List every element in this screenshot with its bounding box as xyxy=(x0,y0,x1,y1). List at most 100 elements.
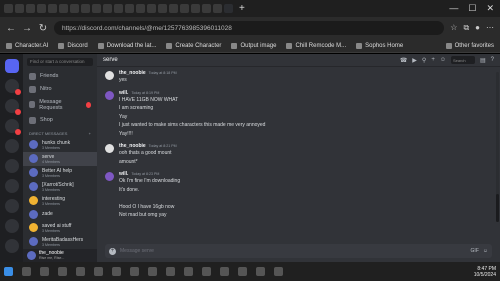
server-icon[interactable] xyxy=(4,179,19,193)
create-dm-button[interactable]: + xyxy=(89,131,91,136)
nav-shop[interactable]: Shop xyxy=(23,114,97,127)
attach-button[interactable]: + xyxy=(109,247,116,255)
author-name[interactable]: will. xyxy=(119,90,128,96)
app-icon[interactable] xyxy=(238,267,247,276)
bookmark-item[interactable]: Character.AI xyxy=(6,42,48,49)
extensions-icon[interactable]: ⧉ xyxy=(463,23,469,33)
browser-tab[interactable] xyxy=(103,4,112,13)
browser-tab[interactable] xyxy=(114,4,123,13)
browser-tab[interactable] xyxy=(4,4,13,13)
members-icon[interactable]: ☺ xyxy=(440,57,446,63)
server-icon[interactable] xyxy=(4,99,21,115)
app-icon[interactable] xyxy=(112,267,121,276)
avatar[interactable] xyxy=(105,144,114,153)
dm-item[interactable]: Better AI help 3 Members xyxy=(23,166,97,180)
app-icon[interactable] xyxy=(148,267,157,276)
server-icon[interactable] xyxy=(4,139,19,153)
app-icon[interactable] xyxy=(166,267,175,276)
star-icon[interactable]: ☆ xyxy=(450,23,457,33)
channel-search-input[interactable]: Search xyxy=(450,56,475,64)
nav-nitro[interactable]: Nitro xyxy=(23,83,97,96)
back-icon[interactable]: ← xyxy=(6,23,16,34)
start-icon[interactable] xyxy=(4,267,13,276)
browser-tab[interactable] xyxy=(59,4,68,13)
bookmark-item[interactable]: Output image xyxy=(231,42,276,49)
inbox-icon[interactable]: ▤ xyxy=(480,57,486,64)
dm-item[interactable]: [Xarrot/Schrik] 3 Members xyxy=(23,180,97,194)
dm-item[interactable]: zade xyxy=(23,208,97,221)
app-icon[interactable] xyxy=(274,267,283,276)
browser-tab[interactable] xyxy=(125,4,134,13)
bookmark-item[interactable]: Download the lat... xyxy=(97,42,156,49)
browser-tab[interactable] xyxy=(70,4,79,13)
server-icon[interactable] xyxy=(4,239,19,253)
app-icon[interactable] xyxy=(130,267,139,276)
avatar[interactable] xyxy=(105,172,114,181)
app-icon[interactable] xyxy=(184,267,193,276)
app-icon[interactable] xyxy=(220,267,229,276)
nav-message-requests[interactable]: Message Requests xyxy=(23,96,97,114)
avatar[interactable] xyxy=(105,71,114,80)
browser-tab[interactable] xyxy=(136,4,145,13)
bookmark-item[interactable]: Create Character xyxy=(166,42,221,49)
video-icon[interactable]: ▶ xyxy=(412,57,417,64)
bookmark-item[interactable]: Chill Remcode M... xyxy=(286,42,346,49)
server-icon[interactable] xyxy=(4,119,21,135)
minimize-button[interactable]: — xyxy=(449,3,458,14)
edge-icon[interactable] xyxy=(58,267,67,276)
message-input[interactable]: Message serve xyxy=(120,248,467,254)
browser-tab[interactable] xyxy=(169,4,178,13)
server-icon[interactable] xyxy=(4,199,19,213)
search-icon[interactable] xyxy=(22,267,31,276)
browser-tab[interactable] xyxy=(158,4,167,13)
clock[interactable]: 8:47 PM 10/5/2024 xyxy=(474,266,496,278)
dm-item[interactable]: saved ai stuff 3 Members xyxy=(23,221,97,235)
user-panel[interactable]: the_noobie Rise me, Rise... xyxy=(23,248,97,262)
gif-button[interactable]: GIF xyxy=(471,248,479,254)
browser-tab[interactable] xyxy=(213,4,222,13)
help-icon[interactable]: ? xyxy=(491,57,494,63)
server-icon[interactable] xyxy=(4,79,21,95)
add-member-icon[interactable]: + xyxy=(431,57,435,63)
browser-tab[interactable] xyxy=(180,4,189,13)
dm-item[interactable]: MeritaBadassHers 3 Members xyxy=(23,235,97,249)
discord-home-icon[interactable] xyxy=(4,59,19,73)
browser-tab[interactable] xyxy=(26,4,35,13)
url-input[interactable]: https://discord.com/channels/@me/1257763… xyxy=(54,21,445,35)
discord-taskbar-icon[interactable] xyxy=(256,267,265,276)
dm-item[interactable]: hunks chunk 3 Members xyxy=(23,138,97,152)
bookmark-item[interactable]: Sophos Home xyxy=(356,42,403,49)
browser-tab-active[interactable] xyxy=(224,4,233,13)
browser-tab[interactable] xyxy=(15,4,24,13)
tiktok-icon[interactable] xyxy=(76,267,85,276)
menu-icon[interactable]: ⋯ xyxy=(486,23,494,33)
reload-icon[interactable]: ↻ xyxy=(38,23,48,34)
server-icon[interactable] xyxy=(4,219,19,233)
message-author[interactable]: the_noobie Today at 8:18 PM xyxy=(119,70,177,76)
app-icon[interactable] xyxy=(94,267,103,276)
browser-tab[interactable] xyxy=(92,4,101,13)
pin-icon[interactable]: ⚲ xyxy=(422,57,426,64)
app-icon[interactable] xyxy=(202,267,211,276)
forward-icon[interactable]: → xyxy=(22,23,32,34)
server-icon[interactable] xyxy=(4,159,19,173)
browser-tab[interactable] xyxy=(37,4,46,13)
call-icon[interactable]: ☎ xyxy=(400,57,407,64)
bookmark-item[interactable]: Discord xyxy=(58,42,88,49)
nav-friends[interactable]: Friends xyxy=(23,70,97,83)
browser-tab[interactable] xyxy=(48,4,57,13)
browser-tab[interactable] xyxy=(147,4,156,13)
taskview-icon[interactable] xyxy=(40,267,49,276)
browser-tab[interactable] xyxy=(81,4,90,13)
other-favorites[interactable]: Other favorites xyxy=(445,42,494,49)
dm-item[interactable]: interesting 3 Members xyxy=(23,194,97,208)
new-tab-button[interactable]: + xyxy=(239,3,245,14)
profile-icon[interactable]: ● xyxy=(475,23,480,33)
avatar[interactable] xyxy=(105,90,114,100)
maximize-button[interactable]: ☐ xyxy=(468,3,476,14)
browser-tab[interactable] xyxy=(191,4,200,13)
dm-search-input[interactable]: Find or start a conversation xyxy=(27,58,93,66)
emoji-icon[interactable]: ☺ xyxy=(483,248,488,254)
scrollbar-thumb[interactable] xyxy=(496,194,499,222)
dm-item-active[interactable]: serve 4 Members xyxy=(23,151,97,166)
